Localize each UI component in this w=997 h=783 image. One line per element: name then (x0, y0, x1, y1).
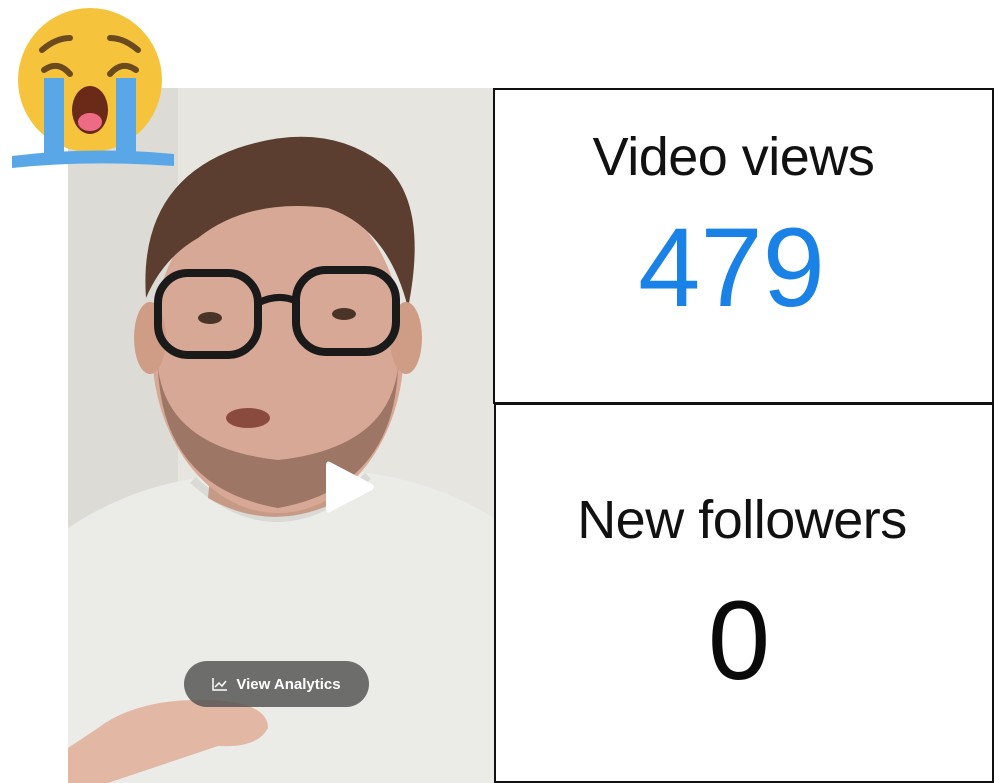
new-followers-card: New followers 0 (494, 403, 994, 783)
loudly-crying-face-icon (12, 8, 174, 168)
view-analytics-label: View Analytics (236, 675, 341, 693)
video-thumbnail[interactable]: View Analytics (68, 88, 494, 783)
new-followers-value: 0 (707, 578, 771, 703)
new-followers-label: New followers (577, 490, 907, 550)
view-analytics-button[interactable]: View Analytics (184, 661, 369, 707)
line-chart-icon (212, 678, 228, 691)
video-views-card: Video views 479 (493, 88, 994, 404)
video-views-value: 479 (638, 205, 825, 330)
play-button[interactable] (320, 458, 378, 516)
play-icon (326, 461, 374, 513)
video-views-label: Video views (592, 127, 875, 187)
